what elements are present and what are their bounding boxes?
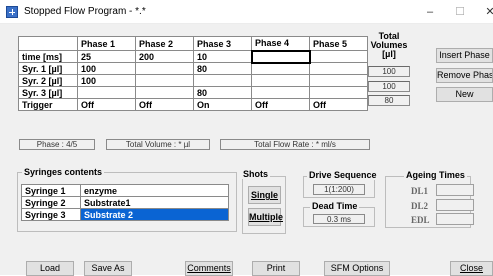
single-shot-button[interactable]: Single xyxy=(248,186,281,204)
grid-row-syr2: Syr. 2 [µl] 100 xyxy=(18,74,368,87)
grid-cell[interactable]: 80 xyxy=(193,62,252,75)
grid-row-time: time [ms] 25 200 10 xyxy=(18,49,368,64)
grid-cell[interactable] xyxy=(309,86,368,99)
app-icon xyxy=(6,6,18,18)
load-button[interactable]: Load xyxy=(26,261,74,276)
single-shot-label: Single xyxy=(250,190,278,200)
grid-cell[interactable]: 10 xyxy=(193,50,252,63)
syringe-name: Syringe 1 xyxy=(21,184,81,197)
save-as-button[interactable]: Save As xyxy=(84,261,132,276)
grid-row-trigger: Trigger Off Off On Off Off xyxy=(18,98,368,111)
dl1-field[interactable] xyxy=(436,184,474,196)
grid-cell[interactable]: 200 xyxy=(135,50,194,63)
grid-row-label: Syr. 3 [µl] xyxy=(18,86,78,99)
grid-header-row: Phase 1 Phase 2 Phase 3 Phase 4 Phase 5 xyxy=(18,36,368,51)
edl-label: EDL xyxy=(411,215,430,225)
insert-phase-button[interactable]: Insert Phase xyxy=(436,48,493,63)
grid-cell[interactable]: On xyxy=(193,98,252,111)
grid-cell[interactable] xyxy=(135,62,194,75)
grid-corner xyxy=(18,36,78,51)
ageing-times-title: Ageing Times xyxy=(404,170,467,180)
dead-time-value: 0.3 ms xyxy=(313,214,365,224)
grid-cell[interactable]: 100 xyxy=(77,62,136,75)
sfm-options-button[interactable]: SFM Options xyxy=(324,261,390,276)
grid-header-phase-1: Phase 1 xyxy=(77,36,136,51)
grid-cell[interactable] xyxy=(193,74,252,87)
total-volumes-title: Total Volumes [µl] xyxy=(370,31,408,59)
window-title: Stopped Flow Program - *.* xyxy=(24,6,146,17)
grid-cell[interactable]: Off xyxy=(77,98,136,111)
grid-header-phase-2: Phase 2 xyxy=(135,36,194,51)
grid-cell[interactable]: Off xyxy=(309,98,368,111)
close-button[interactable]: Close xyxy=(450,261,493,276)
grid-cell[interactable] xyxy=(251,74,310,87)
multiple-shot-button[interactable]: Multiple xyxy=(248,208,283,226)
total-volume-syr3: 80 xyxy=(368,95,410,106)
comments-label: Comments xyxy=(187,263,231,273)
grid-cell[interactable] xyxy=(309,74,368,87)
close-window-button[interactable]: ✕ xyxy=(482,5,493,19)
grid-row-syr1: Syr. 1 [µl] 100 80 xyxy=(18,62,368,75)
grid-row-syr3: Syr. 3 [µl] 80 xyxy=(18,86,368,99)
grid-cell[interactable] xyxy=(309,50,368,63)
grid-row-label: Syr. 1 [µl] xyxy=(18,62,78,75)
syringe-content[interactable]: enzyme xyxy=(80,184,229,197)
maximize-button[interactable]: ☐ xyxy=(452,5,468,19)
grid-cell[interactable]: 25 xyxy=(77,50,136,63)
total-volume-syr2: 100 xyxy=(368,81,410,92)
total-volume-syr1: 100 xyxy=(368,66,410,77)
minimize-button[interactable]: – xyxy=(422,5,438,19)
dead-time-title: Dead Time xyxy=(310,201,360,211)
grid-cell[interactable] xyxy=(251,86,310,99)
grid-cell[interactable]: Off xyxy=(135,98,194,111)
grid-row-label: Trigger xyxy=(18,98,78,111)
multiple-shot-label: Multiple xyxy=(249,212,283,222)
dl2-label: DL2 xyxy=(411,201,429,211)
syringe-row[interactable]: Syringe 2 Substrate1 xyxy=(21,196,229,209)
dl1-label: DL1 xyxy=(411,186,429,196)
remove-phase-button[interactable]: Remove Phase xyxy=(436,68,493,83)
drive-sequence-value: 1(1:200) xyxy=(313,184,365,195)
grid-cell[interactable] xyxy=(309,62,368,75)
syringe-row[interactable]: Syringe 1 enzyme xyxy=(21,184,229,197)
grid-cell[interactable]: 80 xyxy=(193,86,252,99)
syringe-content[interactable]: Substrate 2 xyxy=(80,208,229,221)
edl-field[interactable] xyxy=(436,213,474,225)
stopped-flow-window: Stopped Flow Program - *.* – ☐ ✕ Phase 1… xyxy=(0,0,493,276)
title-bar: Stopped Flow Program - *.* – ☐ ✕ xyxy=(0,0,493,24)
phase-status: Phase : 4/5 xyxy=(19,139,95,150)
grid-row-label: time [ms] xyxy=(18,50,78,63)
grid-row-label: Syr. 2 [µl] xyxy=(18,74,78,87)
print-button[interactable]: Print xyxy=(252,261,300,276)
syringe-name: Syringe 3 xyxy=(21,208,81,221)
drive-sequence-title: Drive Sequence xyxy=(307,170,379,180)
syringes-table: Syringe 1 enzyme Syringe 2 Substrate1 Sy… xyxy=(21,184,229,221)
comments-button[interactable]: Comments xyxy=(185,261,233,276)
close-label: Close xyxy=(459,263,483,273)
flow-rate-status: Total Flow Rate : * ml/s xyxy=(220,139,370,150)
dl2-field[interactable] xyxy=(436,199,474,211)
total-volume-status: Total Volume : * µl xyxy=(106,139,210,150)
new-phase-button[interactable]: New xyxy=(436,87,493,102)
shots-group-title: Shots xyxy=(241,169,271,179)
syringe-name: Syringe 2 xyxy=(21,196,81,209)
grid-cell[interactable] xyxy=(77,86,136,99)
grid-header-phase-3: Phase 3 xyxy=(193,36,252,51)
grid-header-phase-4: Phase 4 xyxy=(251,36,310,51)
syringe-content[interactable]: Substrate1 xyxy=(80,196,229,209)
syringes-group-title: Syringes contents xyxy=(22,167,105,177)
phase-grid: Phase 1 Phase 2 Phase 3 Phase 4 Phase 5 … xyxy=(18,36,368,111)
grid-cell[interactable] xyxy=(251,62,310,75)
grid-cell[interactable] xyxy=(135,74,194,87)
grid-cell[interactable]: Off xyxy=(251,98,310,111)
grid-cell-selected[interactable] xyxy=(250,49,311,64)
grid-header-phase-5: Phase 5 xyxy=(309,36,368,51)
syringe-row-selected[interactable]: Syringe 3 Substrate 2 xyxy=(21,208,229,221)
grid-cell[interactable] xyxy=(135,86,194,99)
grid-cell[interactable]: 100 xyxy=(77,74,136,87)
